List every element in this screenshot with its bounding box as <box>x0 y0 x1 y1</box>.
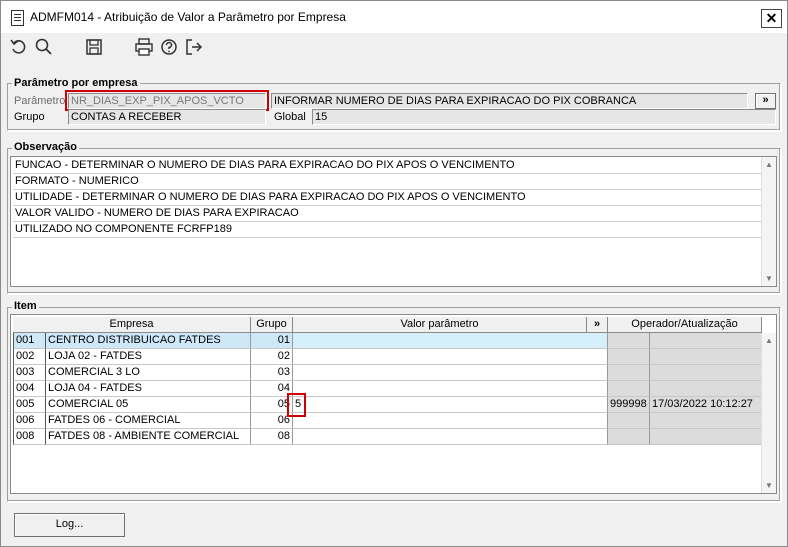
observacao-group-label: Observação <box>12 141 79 153</box>
parametro-group-label: Parâmetro por empresa <box>12 77 140 89</box>
row-grupo: 02 <box>251 349 293 365</box>
title-bar: ADMFM014 - Atribuição de Valor a Parâmet… <box>1 1 787 33</box>
row-operador <box>608 429 650 445</box>
header-empresa[interactable]: Empresa <box>13 317 251 333</box>
observacao-line: VALOR VALIDO - NUMERO DE DIAS PARA EXPIR… <box>13 206 762 222</box>
row-code: 008 <box>13 429 46 445</box>
row-code: 003 <box>13 365 46 381</box>
row-code: 006 <box>13 413 46 429</box>
header-expand-button[interactable]: » <box>587 317 608 333</box>
save-icon[interactable] <box>84 37 104 57</box>
row-valor[interactable] <box>293 349 608 365</box>
global-field[interactable]: 15 <box>312 109 776 125</box>
observacao-line: UTILIDADE - DETERMINAR O NUMERO DE DIAS … <box>13 190 762 206</box>
row-empresa: FATDES 08 - AMBIENTE COMERCIAL <box>46 429 251 445</box>
toolbar <box>1 33 787 61</box>
scroll-down-icon[interactable]: ▼ <box>762 271 776 286</box>
close-button[interactable]: ✕ <box>761 9 782 28</box>
row-valor[interactable]: 5 <box>293 397 608 413</box>
row-valor[interactable] <box>293 333 608 349</box>
row-operador <box>608 333 650 349</box>
row-code: 004 <box>13 381 46 397</box>
row-data <box>650 349 762 365</box>
valor-highlight <box>287 393 306 417</box>
document-icon <box>11 10 24 26</box>
row-operador <box>608 413 650 429</box>
grupo-field: CONTAS A RECEBER <box>68 109 266 125</box>
search-icon[interactable] <box>34 37 54 57</box>
row-data <box>650 365 762 381</box>
row-valor[interactable] <box>293 365 608 381</box>
observacao-textarea[interactable]: FUNCAO - DETERMINAR O NUMERO DE DIAS PAR… <box>10 156 777 287</box>
row-empresa: COMERCIAL 3 LO <box>46 365 251 381</box>
row-operador <box>608 349 650 365</box>
row-data: 17/03/2022 10:12:27 <box>650 397 762 413</box>
undo-icon[interactable] <box>9 37 29 57</box>
row-grupo: 01 <box>251 333 293 349</box>
global-label: Global <box>274 111 306 123</box>
parametro-description-field: INFORMAR NUMERO DE DIAS PARA EXPIRACAO D… <box>271 93 748 109</box>
row-data <box>650 413 762 429</box>
row-code: 005 <box>13 397 46 413</box>
help-icon[interactable] <box>159 37 179 57</box>
row-grupo: 03 <box>251 365 293 381</box>
row-operador: 999998 <box>608 397 650 413</box>
observacao-line: FORMATO - NUMERICO <box>13 174 762 190</box>
app-window: ADMFM014 - Atribuição de Valor a Parâmet… <box>0 0 788 547</box>
observacao-line: FUNCAO - DETERMINAR O NUMERO DE DIAS PAR… <box>13 158 762 174</box>
row-valor[interactable] <box>293 429 608 445</box>
header-operador[interactable]: Operador/Atualização <box>608 317 762 333</box>
row-grupo: 08 <box>251 429 293 445</box>
observacao-line: UTILIZADO NO COMPONENTE FCRFP189 <box>13 222 762 238</box>
header-grupo[interactable]: Grupo <box>251 317 293 333</box>
window-title: ADMFM014 - Atribuição de Valor a Parâmet… <box>30 10 346 24</box>
parametro-label: Parâmetro <box>14 95 66 107</box>
item-group-label: Item <box>12 300 39 312</box>
parametro-highlight <box>65 90 269 111</box>
scroll-down-icon[interactable]: ▼ <box>762 478 776 493</box>
print-icon[interactable] <box>134 37 154 57</box>
row-empresa: CENTRO DISTRIBUICAO FATDES <box>46 333 251 349</box>
row-empresa: LOJA 02 - FATDES <box>46 349 251 365</box>
row-operador <box>608 365 650 381</box>
row-code: 002 <box>13 349 46 365</box>
row-code: 001 <box>13 333 46 349</box>
row-valor[interactable] <box>293 413 608 429</box>
observacao-scrollbar[interactable]: ▲ ▼ <box>761 157 776 286</box>
row-valor[interactable] <box>293 381 608 397</box>
expand-description-button[interactable]: » <box>755 93 776 109</box>
row-data <box>650 429 762 445</box>
row-empresa: LOJA 04 - FATDES <box>46 381 251 397</box>
row-empresa: COMERCIAL 05 <box>46 397 251 413</box>
row-data <box>650 381 762 397</box>
item-scrollbar[interactable]: ▲ ▼ <box>761 333 776 493</box>
item-grid: Empresa Grupo Valor parâmetro » Operador… <box>10 314 777 494</box>
row-operador <box>608 381 650 397</box>
row-data <box>650 333 762 349</box>
header-valor[interactable]: Valor parâmetro <box>293 317 587 333</box>
scroll-up-icon[interactable]: ▲ <box>762 333 776 348</box>
row-empresa: FATDES 06 - COMERCIAL <box>46 413 251 429</box>
exit-icon[interactable] <box>184 37 204 57</box>
scroll-up-icon[interactable]: ▲ <box>762 157 776 172</box>
grupo-label: Grupo <box>14 111 45 123</box>
log-button[interactable]: Log... <box>14 513 125 537</box>
